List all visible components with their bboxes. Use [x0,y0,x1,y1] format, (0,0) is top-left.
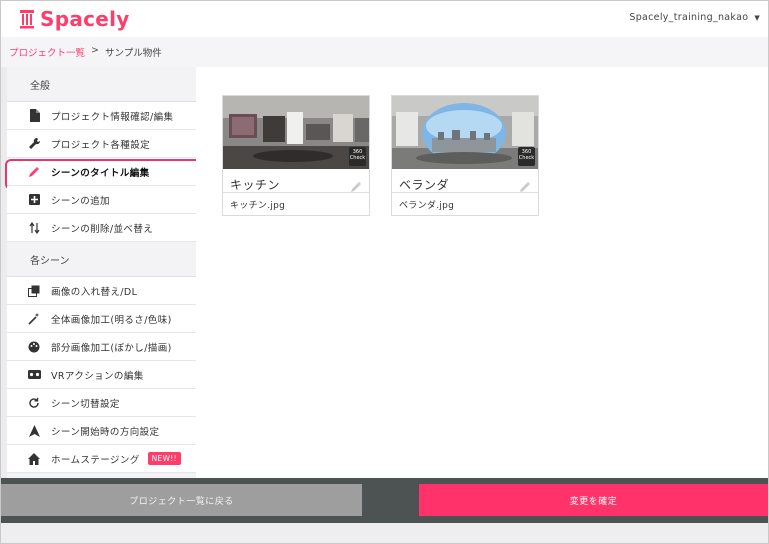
logo[interactable]: Spacely [19,7,130,31]
sidebar-item-label: シーン切替設定 [51,398,120,410]
sidebar-item-project-settings[interactable]: プロジェクト各種設定 [7,130,196,158]
360-check-badge[interactable]: 360 Check [518,147,535,166]
sort-arrows-icon [27,221,41,235]
footer-bar: プロジェクト一覧に戻る 変更を確定 [1,478,768,523]
bottom-strip [1,523,768,543]
breadcrumb-separator: > [91,45,99,56]
sidebar-section-general: 全般 [7,67,196,102]
sidebar-item-label: プロジェクト各種設定 [51,139,151,151]
sidebar-item-home-staging[interactable]: ホームステージング NEW!! [7,445,196,473]
navigation-arrow-icon [27,424,41,438]
sidebar-item-scene-title-edit[interactable]: シーンのタイトル編集 [5,158,218,190]
sidebar-item-label: シーンの削除/並べ替え [51,223,154,235]
sidebar-item-label: シーン開始時の方向設定 [51,426,160,438]
scene-grid: 360 Check キッチン キッチン.jpg 360 Check ベランダ ベ… [196,67,768,478]
breadcrumb: プロジェクト一覧 > サンプル物件 [1,37,768,67]
magic-wand-icon [27,312,41,326]
sidebar-item-scene-switch[interactable]: シーン切替設定 [7,389,196,417]
refresh-icon [27,396,41,410]
home-icon [27,452,41,466]
plus-box-icon [27,193,41,207]
image-swap-icon [27,284,41,298]
user-menu[interactable]: Spacely_training_nakao ▼ [629,12,760,23]
back-to-projects-button[interactable]: プロジェクト一覧に戻る [1,484,362,516]
body-area: 全般 プロジェクト情報確認/編集 プロジェクト各種設定 シーンのタイトル編集 シ… [1,67,768,478]
360-check-badge[interactable]: 360 Check [349,147,366,166]
confirm-changes-button[interactable]: 変更を確定 [419,484,768,516]
sidebar: 全般 プロジェクト情報確認/編集 プロジェクト各種設定 シーンのタイトル編集 シ… [5,67,218,478]
edit-pencil-icon[interactable] [350,178,362,197]
scene-thumbnail[interactable]: 360 Check [392,96,538,169]
sidebar-item-partial-adjust[interactable]: 部分画像加工(ぼかし/描画) [7,333,196,361]
app-window: Spacely Spacely_training_nakao ▼ プロジェクト一… [0,0,769,544]
sidebar-item-label: 画像の入れ替え/DL [51,286,138,298]
sidebar-item-label: プロジェクト情報確認/編集 [51,111,174,123]
palette-icon [27,340,41,354]
sidebar-item-start-direction[interactable]: シーン開始時の方向設定 [7,417,196,445]
new-badge: NEW!! [147,452,181,465]
sidebar-item-global-adjust[interactable]: 全体画像加工(明るさ/色味) [7,305,196,333]
sidebar-item-add-scene[interactable]: シーンの追加 [7,186,196,214]
top-header: Spacely Spacely_training_nakao ▼ [1,1,768,37]
wrench-icon [27,137,41,151]
sidebar-item-label: VRアクションの編集 [51,370,144,382]
pillar-logo-icon [20,10,34,29]
sidebar-item-label: 全体画像加工(明るさ/色味) [51,314,172,326]
scene-filename: ベランダ.jpg [399,201,455,211]
sidebar-item-label: ホームステージング [51,454,140,466]
sidebar-item-image-swap[interactable]: 画像の入れ替え/DL [7,277,196,305]
user-name: Spacely_training_nakao [629,12,749,23]
badge-check-text: Check [518,155,535,161]
breadcrumb-current: サンプル物件 [104,48,162,59]
sidebar-item-label: 部分画像加工(ぼかし/描画) [51,342,172,354]
logo-text: Spacely [40,7,130,31]
scene-title[interactable]: ベランダ [399,176,449,193]
title-underline [392,192,538,193]
scene-filename: キッチン.jpg [230,201,286,211]
scene-card[interactable]: 360 Check キッチン キッチン.jpg [222,95,370,216]
sidebar-item-label: シーンのタイトル編集 [51,167,150,179]
breadcrumb-link-projects[interactable]: プロジェクト一覧 [9,45,85,67]
sidebar-item-project-info[interactable]: プロジェクト情報確認/編集 [7,102,196,130]
caret-down-icon: ▼ [754,13,760,22]
sidebar-item-vr-action[interactable]: VRアクションの編集 [7,361,196,389]
sidebar-section-scenes: 各シーン [7,242,196,277]
sidebar-item-label: シーンの追加 [51,195,110,207]
title-underline [223,192,369,193]
sidebar-item-delete-sort[interactable]: シーンの削除/並べ替え [7,214,196,242]
scene-title[interactable]: キッチン [230,176,280,193]
scene-thumbnail[interactable]: 360 Check [223,96,369,169]
vr-goggles-icon [27,368,41,382]
document-icon [27,109,41,123]
scene-card[interactable]: 360 Check ベランダ ベランダ.jpg [391,95,539,216]
pencil-icon [27,165,41,179]
edit-pencil-icon[interactable] [519,178,531,197]
badge-check-text: Check [349,155,366,161]
